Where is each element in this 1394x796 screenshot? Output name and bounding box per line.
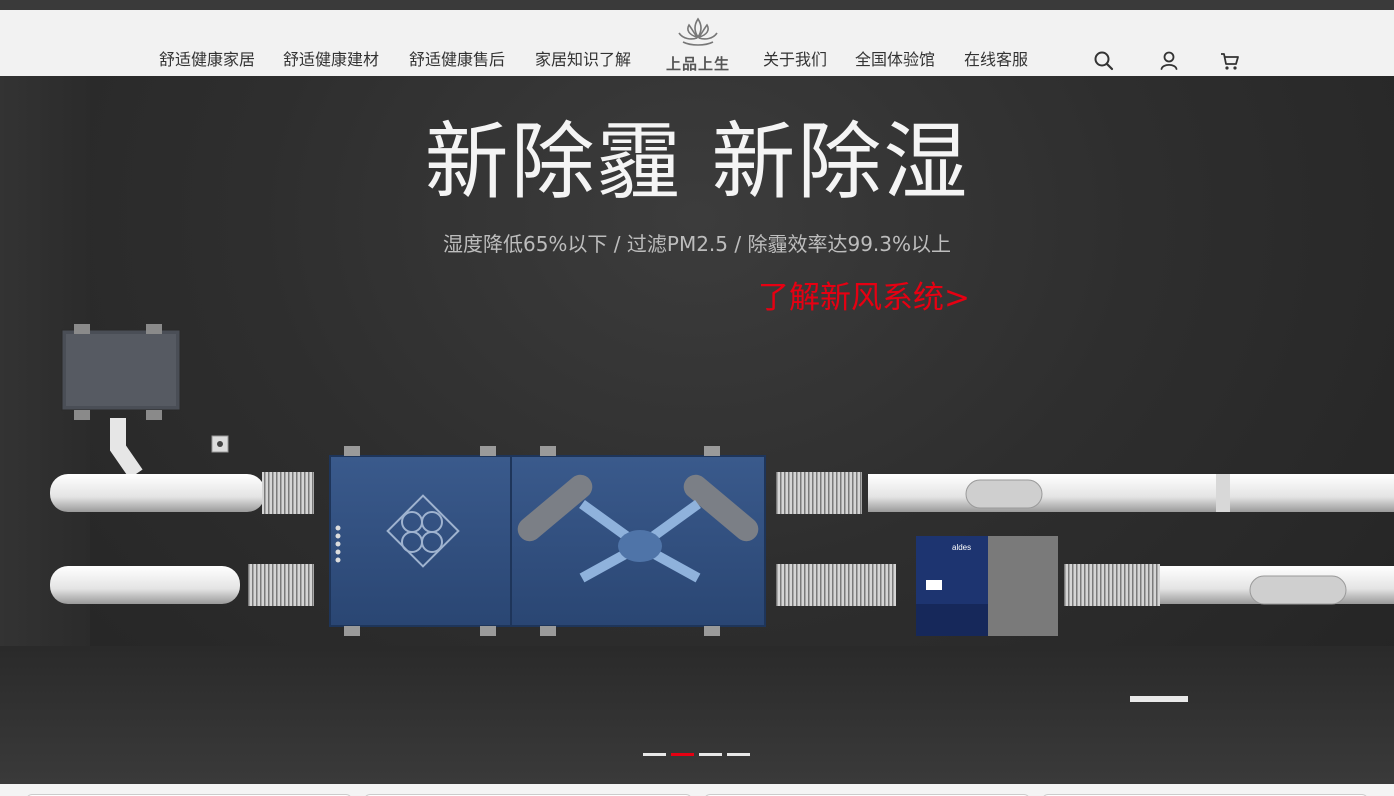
slider-dot-3[interactable] (699, 753, 722, 756)
cart-icon[interactable] (1219, 50, 1241, 72)
logo-text: 上品上生 (665, 55, 730, 73)
slider-dot-2[interactable] (671, 753, 694, 756)
hero-subtitle: 湿度降低65%以下 / 过滤PM2.5 / 除霾效率达99.3%以上 (442, 232, 952, 256)
search-icon[interactable] (1093, 50, 1115, 72)
nav-item-showrooms[interactable]: 全国体验馆 (855, 50, 935, 70)
user-icon[interactable] (1158, 50, 1180, 72)
nav-item-building-materials[interactable]: 舒适健康建材 (283, 50, 379, 70)
slider-dot-4[interactable] (727, 753, 750, 756)
brand-logo[interactable]: 上品上生 (661, 15, 735, 73)
nav-item-home-knowledge[interactable]: 家居知识了解 (535, 50, 631, 70)
product-cards-strip (0, 784, 1394, 796)
lotus-icon (678, 17, 718, 46)
slider-dot-1[interactable] (643, 753, 666, 756)
nav-item-after-sales[interactable]: 舒适健康售后 (409, 50, 505, 70)
hero-title: 新除霾 新除湿 (424, 113, 970, 211)
learn-more-link[interactable]: 了解新风系统> (758, 278, 970, 318)
nav-item-about-us[interactable]: 关于我们 (763, 50, 827, 70)
nav-item-online-service[interactable]: 在线客服 (964, 50, 1028, 70)
top-strip (0, 0, 1394, 10)
site-header: 舒适健康家居 舒适健康建材 舒适健康售后 家居知识了解 上品上生 关于我们 全国… (0, 10, 1394, 76)
nav-item-home-living[interactable]: 舒适健康家居 (159, 50, 255, 70)
hero-banner: aldes 新除霾 新除湿 湿度降低65%以下 / 过滤PM2.5 / 除霾效率… (0, 76, 1394, 784)
aldes-brand-label: aldes (952, 543, 971, 552)
